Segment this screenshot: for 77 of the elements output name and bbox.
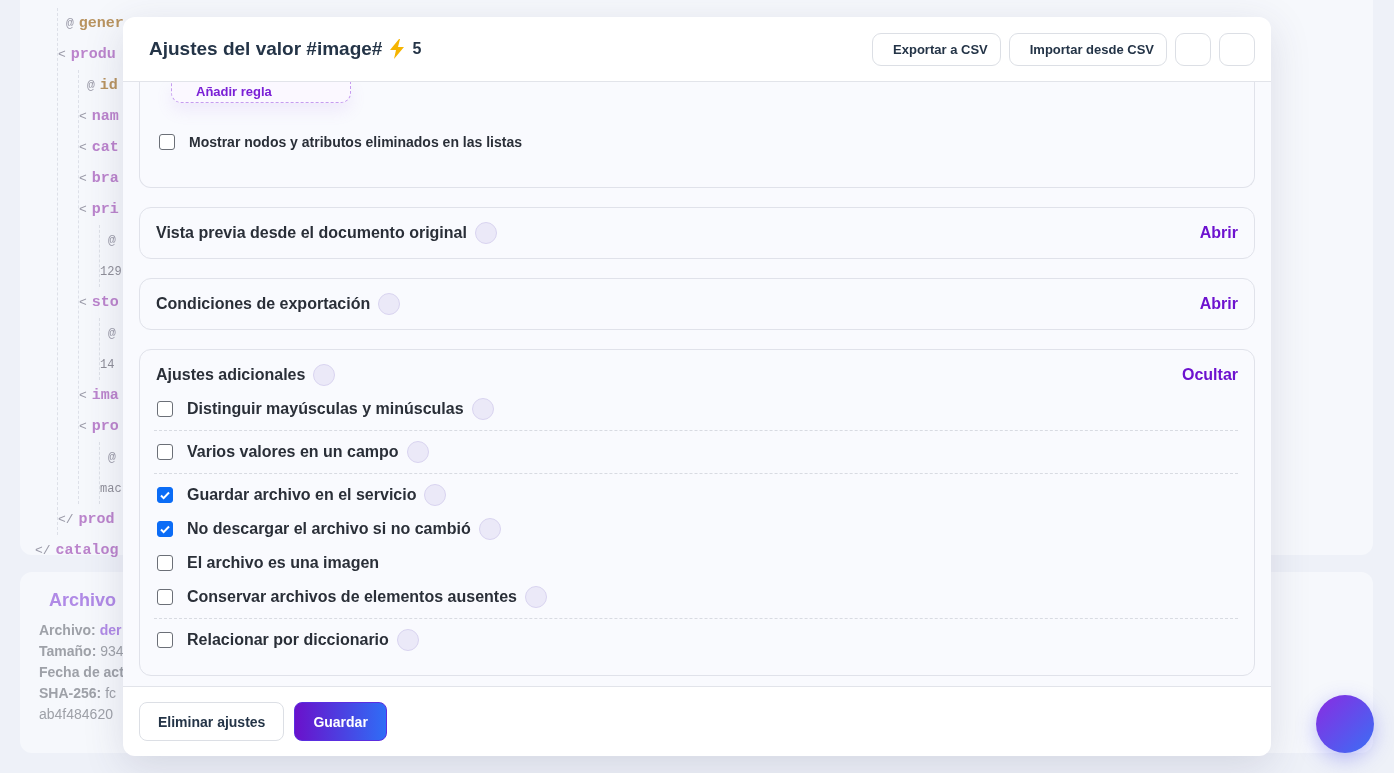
toggle-link[interactable]: Abrir: [1199, 295, 1238, 313]
info-icon[interactable]: [474, 222, 497, 244]
info-icon[interactable]: [313, 364, 336, 386]
tag-name: prod: [78, 511, 115, 528]
header-button[interactable]: Importar desde CSV: [1008, 32, 1167, 66]
option-label: Varios valores en un campo: [187, 443, 399, 461]
info-icon[interactable]: [406, 441, 429, 463]
tag-name: sto: [91, 294, 119, 311]
section-title: Vista previa desde el documento original: [156, 224, 467, 242]
code-marker: @: [87, 78, 95, 93]
checkbox[interactable]: [157, 555, 173, 571]
code-marker: <: [79, 109, 87, 124]
file-card-title: Archivo: [49, 590, 117, 611]
code-marker: <: [58, 47, 66, 62]
tag-name: cat: [91, 139, 119, 156]
text-value: 14: [100, 357, 115, 372]
code-marker: </: [35, 543, 51, 558]
section-title: Condiciones de exportación: [156, 295, 371, 313]
attribute-name: gener: [78, 15, 124, 32]
save-button[interactable]: Guardar: [294, 702, 387, 741]
code-marker: <: [79, 171, 87, 186]
text-value: 129: [100, 264, 122, 279]
checkbox[interactable]: [157, 444, 173, 460]
info-icon[interactable]: [424, 484, 447, 506]
option-label: Mostrar nodos y atributos eliminados en las listas: [189, 134, 522, 150]
tag-name: ima: [91, 387, 119, 404]
toggle-link[interactable]: Abrir: [1199, 224, 1238, 242]
option-label: Conservar archivos de elementos ausentes: [187, 588, 517, 606]
code-marker: <: [79, 202, 87, 217]
tag-name: bra: [91, 170, 119, 187]
tag-name: pri: [91, 201, 119, 218]
header-button[interactable]: Exportar a CSV: [872, 32, 1001, 66]
file-info-line: Tamaño: 934: [39, 643, 124, 659]
info-icon[interactable]: [471, 398, 494, 420]
attribute-name: id: [99, 77, 118, 94]
file-info-line: Fecha de act: [39, 664, 124, 680]
option-label: Distinguir mayúsculas y minúsculas: [187, 400, 464, 418]
section-title: Ajustes adicionales: [156, 366, 306, 384]
dialog-title: Ajustes del valor #image#: [149, 38, 383, 60]
delete-button[interactable]: Eliminar ajustes: [139, 702, 285, 741]
option-label: Relacionar por diccionario: [187, 631, 389, 649]
option-label: Guardar archivo en el servicio: [187, 486, 417, 504]
lightning-icon: [390, 39, 405, 59]
checkbox[interactable]: [157, 589, 173, 605]
tag-name: produ: [70, 46, 116, 63]
add-rule-button[interactable]: Añadir regla: [171, 82, 351, 103]
icon-button[interactable]: [1175, 32, 1211, 66]
info-icon[interactable]: [396, 629, 419, 651]
file-info-line: ab4f484620: [39, 706, 113, 722]
code-marker: @: [108, 326, 116, 341]
info-icon[interactable]: [478, 518, 501, 540]
code-marker: @: [108, 233, 116, 248]
toggle-link[interactable]: Ocultar: [1182, 366, 1238, 384]
option-label: No descargar el archivo si no cambió: [187, 520, 471, 538]
checkbox[interactable]: [157, 401, 173, 417]
code-marker: @: [66, 16, 74, 31]
code-marker: <: [79, 419, 87, 434]
text-value: mac: [100, 481, 122, 496]
checkbox[interactable]: [159, 134, 175, 150]
checkbox[interactable]: [157, 632, 173, 648]
file-info-line: Archivo: der: [39, 622, 122, 638]
tag-name: pro: [91, 418, 119, 435]
code-marker: <: [79, 295, 87, 310]
tag-name: catalog: [55, 542, 119, 559]
code-marker: </: [58, 512, 74, 527]
info-icon[interactable]: [524, 586, 547, 608]
icon-button[interactable]: [1219, 32, 1255, 66]
count-value: 5: [412, 40, 422, 58]
option-label: El archivo es una imagen: [187, 554, 380, 572]
checkbox[interactable]: [157, 487, 173, 503]
code-marker: <: [79, 388, 87, 403]
file-info-line: SHA-256: fc: [39, 685, 117, 701]
checkbox[interactable]: [157, 521, 173, 537]
code-marker: <: [79, 140, 87, 155]
info-icon[interactable]: [378, 293, 401, 315]
code-marker: @: [108, 450, 116, 465]
tag-name: nam: [91, 108, 119, 125]
